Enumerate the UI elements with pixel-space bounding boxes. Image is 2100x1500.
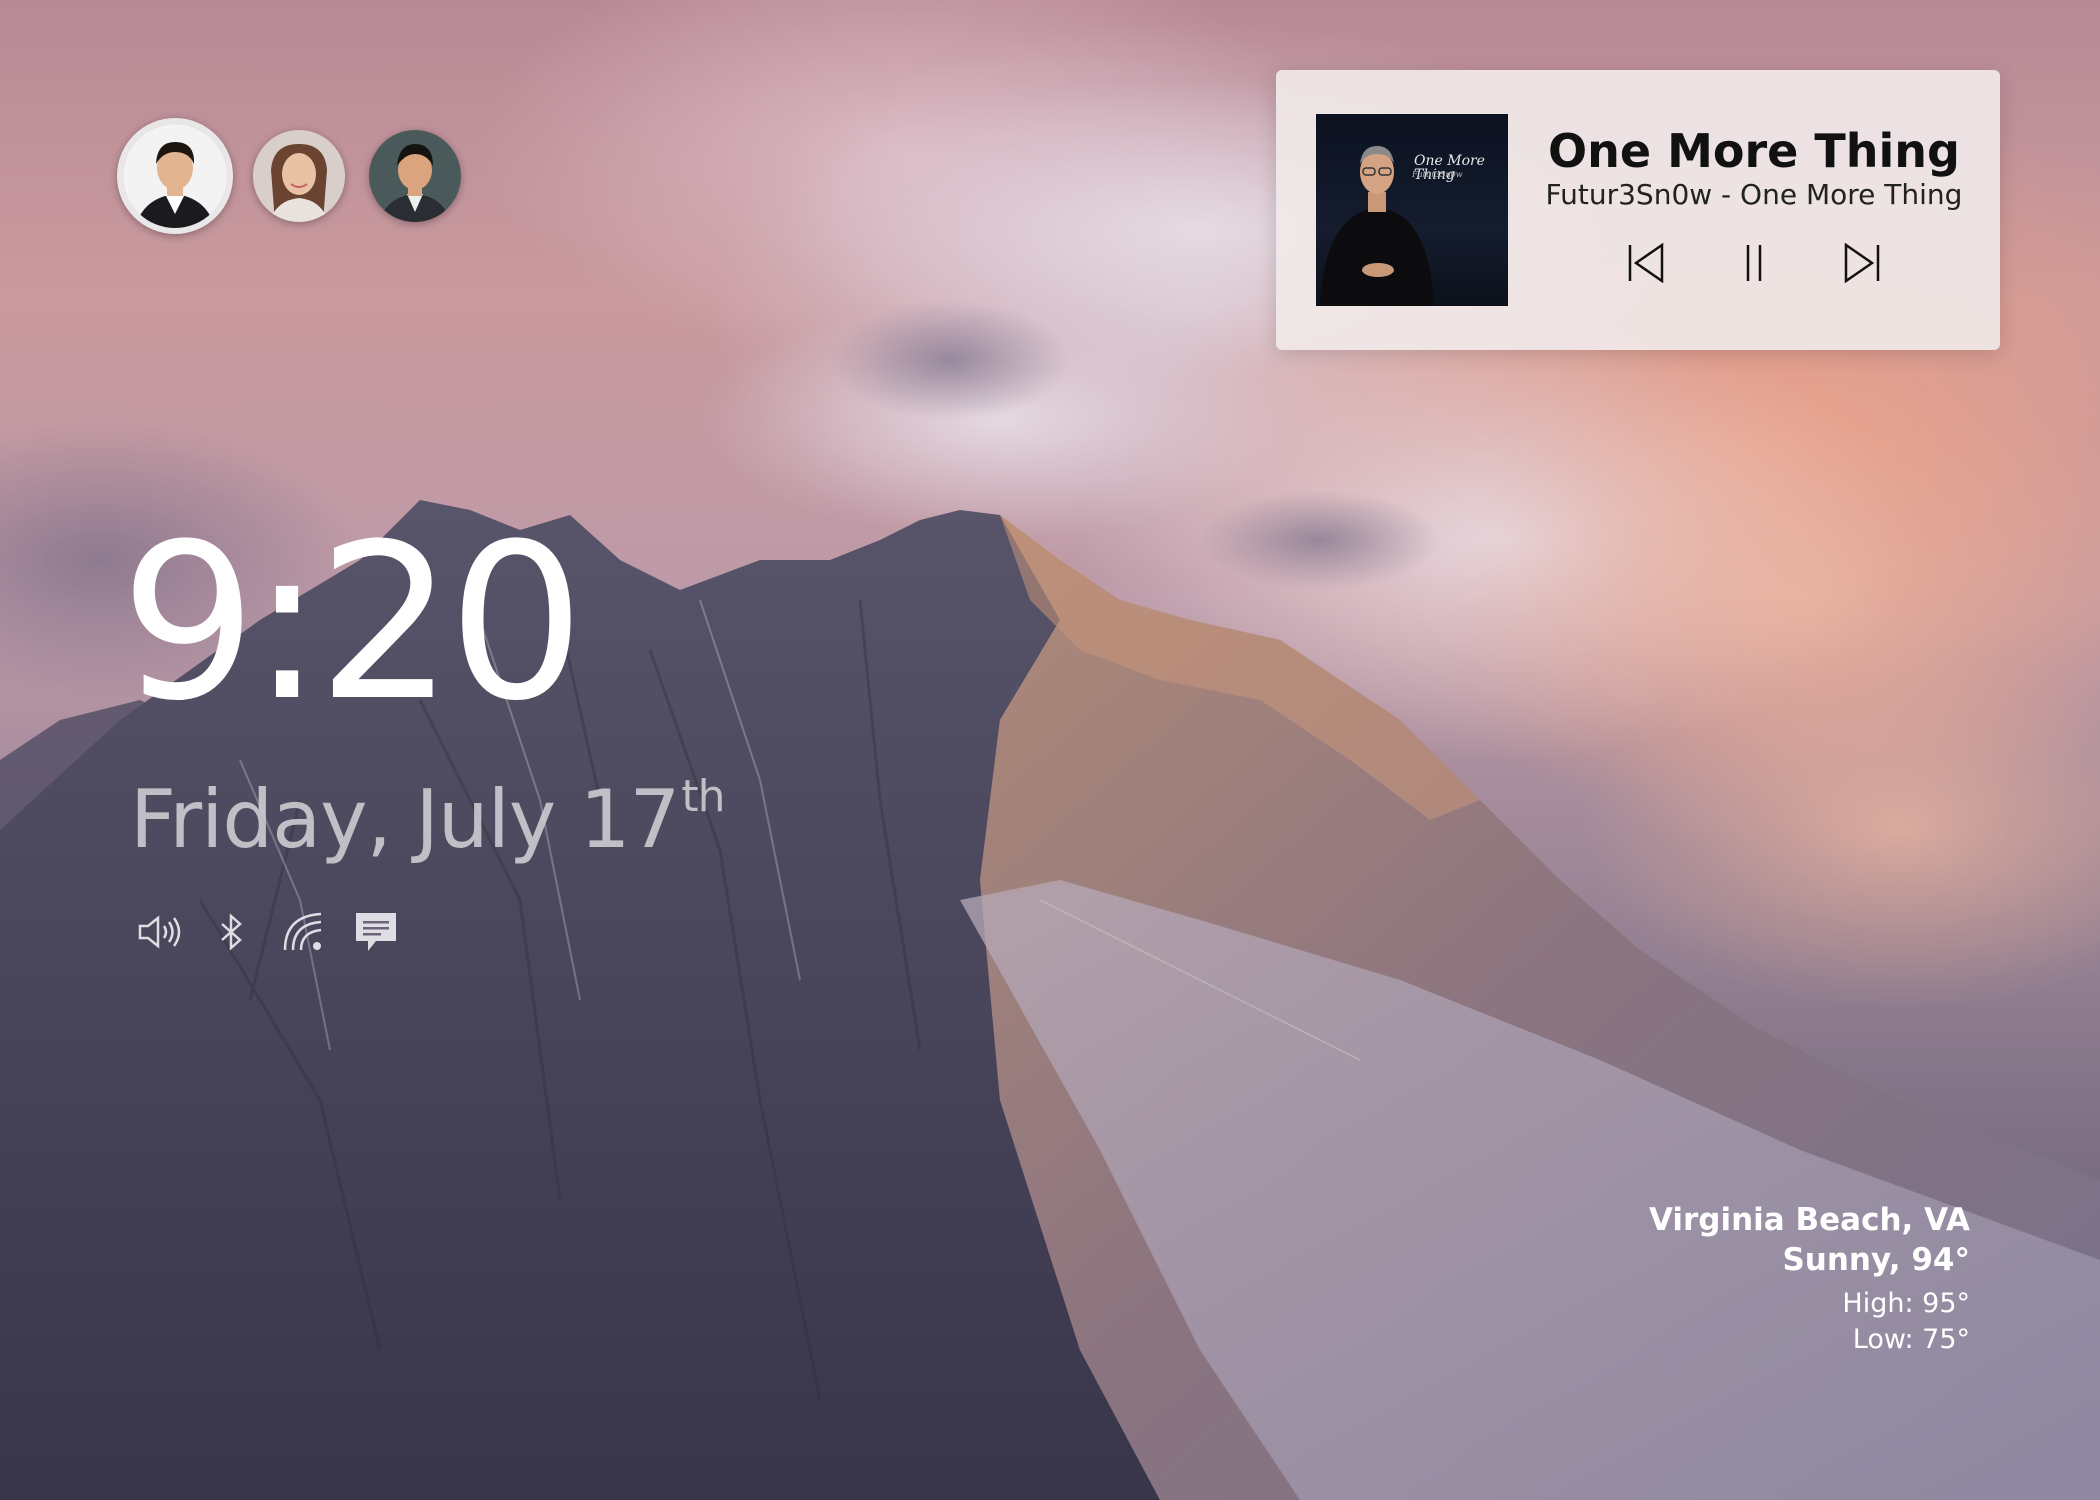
album-art: One More Thing Futur3Sn0w [1316, 114, 1508, 306]
date-text: Friday, July 17 [130, 773, 680, 866]
previous-icon [1628, 243, 1664, 283]
weather-low: Low: 75° [1852, 1324, 1970, 1355]
album-art-image [1320, 146, 1434, 306]
avatar-user-2[interactable] [253, 130, 345, 222]
user-avatar-icon [253, 130, 345, 222]
previous-button[interactable] [1623, 240, 1669, 286]
track-title: One More Thing [1548, 124, 1960, 178]
volume-icon[interactable] [135, 907, 185, 957]
pause-icon [1746, 245, 1762, 281]
avatar-active-user[interactable] [117, 118, 233, 234]
notification-icon[interactable] [351, 907, 401, 957]
media-controls [1508, 240, 2000, 286]
clock-time: 9:20 [120, 497, 585, 748]
avatar-user-3[interactable] [369, 130, 461, 222]
album-art-subtitle: Futur3Sn0w [1412, 170, 1463, 179]
track-subtitle: Futur3Sn0w - One More Thing [1545, 178, 1963, 211]
clock-date: Friday, July 17th [130, 775, 726, 860]
weather-widget: Virginia Beach, VA Sunny, 94° High: 95° … [1649, 1200, 1970, 1358]
weather-location: Virginia Beach, VA [1648, 1202, 1970, 1238]
next-button[interactable] [1839, 240, 1885, 286]
media-player: One More Thing Futur3Sn0w One More Thing… [1276, 70, 2000, 350]
user-avatar-icon [369, 130, 461, 222]
wifi-icon[interactable] [279, 907, 329, 957]
pause-button[interactable] [1731, 240, 1777, 286]
user-avatars [117, 118, 461, 234]
status-icons [135, 907, 401, 957]
weather-high: High: 95° [1842, 1288, 1970, 1319]
date-suffix: th [681, 771, 725, 822]
next-icon [1844, 243, 1880, 283]
bluetooth-icon[interactable] [207, 907, 257, 957]
lock-screen[interactable]: 9:20 Friday, July 17th One More Thing Fu… [0, 0, 2100, 1500]
user-avatar-icon [123, 124, 227, 228]
weather-condition: Sunny, 94° [1782, 1242, 1970, 1278]
